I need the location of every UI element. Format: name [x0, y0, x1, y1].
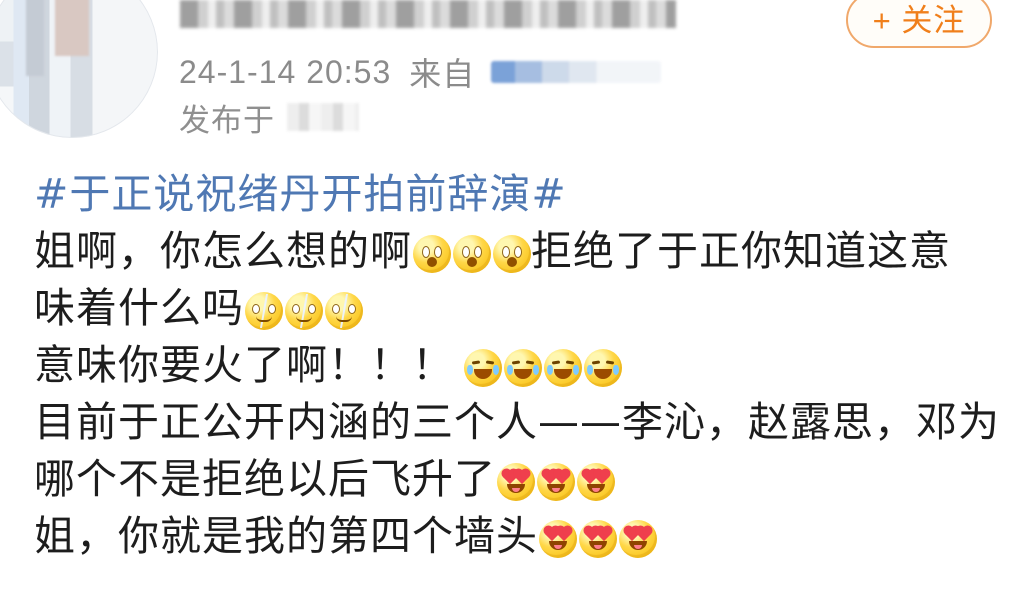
post-text-before-emoji: 姐啊，你怎么想的啊	[34, 227, 412, 275]
source-label: 来自	[409, 55, 476, 93]
crying-face-icon	[504, 348, 542, 387]
post-text: 姐，你就是我的第四个墙头	[34, 512, 538, 560]
cracked-face-icon	[325, 291, 363, 330]
post-text: 味着什么吗	[34, 284, 244, 332]
heart-eyes-face-icon	[539, 519, 577, 558]
hushed-face-icon	[453, 234, 491, 273]
heart-eyes-face-icon	[577, 462, 615, 501]
follow-button[interactable]: + 关注	[846, 0, 992, 48]
heart-eyes-face-icon	[579, 519, 617, 558]
post-line-3: 味着什么吗	[34, 280, 1019, 337]
post-text-after-emoji: 拒绝了于正你知道这意	[531, 227, 951, 275]
post-line-6: 哪个不是拒绝以后飞升了	[34, 451, 1019, 508]
heart-eyes-face-icon	[497, 462, 535, 501]
topic-hashtag[interactable]: #于正说祝绪丹开拍前辞演#	[34, 166, 567, 223]
post-line-2: 姐啊，你怎么想的啊 拒绝了于正你知道这意	[34, 223, 1019, 280]
weibo-post-screen: 24-1-14 20:53 来自 发布于 + 关注 #于正说祝绪丹开拍前辞演# …	[0, 0, 1024, 606]
post-line-1: #于正说祝绪丹开拍前辞演#	[34, 166, 1019, 223]
blurred-username	[180, 0, 676, 28]
cracked-emoji-group	[245, 291, 363, 330]
crying-face-icon	[584, 348, 622, 387]
hushed-emoji-group	[413, 234, 531, 273]
post-line-7: 姐，你就是我的第四个墙头	[34, 508, 1019, 565]
blurred-source-device	[491, 61, 662, 83]
hushed-face-icon	[413, 234, 451, 273]
crying-face-icon	[544, 348, 582, 387]
post-meta: 24-1-14 20:53 来自	[179, 52, 662, 93]
crying-emoji-group	[464, 348, 622, 387]
heart-eyes-face-icon	[537, 462, 575, 501]
crying-face-icon	[464, 348, 502, 387]
post-text: 目前于正公开内涵的三个人——李沁，赵露思，邓为	[34, 398, 1000, 446]
post-line-5: 目前于正公开内涵的三个人——李沁，赵露思，邓为	[34, 394, 1019, 451]
heart-eyes-emoji-group	[539, 519, 657, 558]
hushed-face-icon	[493, 234, 531, 273]
cracked-face-icon	[285, 291, 323, 330]
post-line-4: 意味你要火了啊！！！	[34, 337, 1019, 394]
avatar[interactable]	[0, 0, 158, 138]
publish-location-label: 发布于	[179, 102, 275, 139]
blurred-publish-location	[287, 103, 359, 131]
post-text: 意味你要火了啊！！！	[34, 341, 454, 389]
heart-eyes-emoji-group	[497, 462, 615, 501]
post-timestamp: 24-1-14 20:53	[179, 53, 392, 90]
publish-location-line: 发布于	[179, 97, 359, 139]
cracked-face-icon	[245, 291, 283, 330]
post-text: 哪个不是拒绝以后飞升了	[34, 455, 496, 503]
heart-eyes-face-icon	[619, 519, 657, 558]
post-content: #于正说祝绪丹开拍前辞演# 姐啊，你怎么想的啊 拒绝了于正你知道这意 味着什么吗…	[34, 166, 1019, 565]
